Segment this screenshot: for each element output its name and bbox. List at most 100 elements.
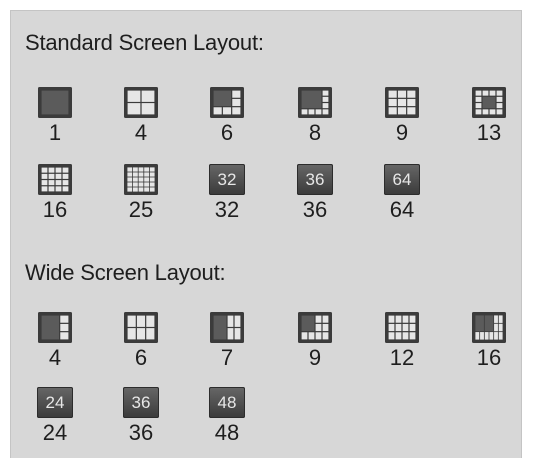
wide-layout-4-option[interactable]: 4: [25, 312, 85, 374]
layout-cell: [322, 323, 329, 332]
layout-cell: [127, 328, 136, 340]
layout-count-label: 36: [302, 197, 328, 222]
layout-cell: [146, 328, 155, 340]
layout-cell: [222, 107, 232, 115]
layout-cell: [144, 167, 149, 172]
layout-count-label: 4: [134, 120, 148, 145]
layout-count-label: 32: [214, 197, 240, 222]
layout-cell: [322, 315, 329, 323]
layout-cell: [232, 107, 241, 115]
layout-cell: [227, 328, 234, 340]
layout-cell: [213, 315, 227, 340]
layout-count-label: 12: [389, 345, 415, 370]
layout-cell: [498, 315, 503, 323]
layout-cell: [322, 90, 329, 96]
standard-layout-16-option[interactable]: 16: [25, 164, 85, 226]
layout-grid-graphic: [472, 312, 506, 343]
layout-cell: [127, 172, 133, 177]
layout-grid-graphic: [210, 87, 244, 118]
layout-cell: [484, 332, 489, 340]
layout-cell: [409, 323, 416, 332]
layout-cell: [149, 177, 155, 182]
layout-cell: [496, 103, 503, 109]
wide-layout-12-option[interactable]: 12: [372, 312, 432, 374]
layout-cell: [301, 315, 315, 332]
layout-cell: [498, 332, 503, 340]
layout-cell: [55, 173, 62, 179]
wide-layout-48-option[interactable]: 48 48: [197, 387, 257, 449]
layout-cell: [489, 90, 496, 96]
wide-layout-16-option[interactable]: 16: [459, 312, 519, 374]
layout-1-icon: [38, 87, 72, 118]
standard-layout-6-option[interactable]: 6: [197, 87, 257, 149]
layout-cell: [133, 182, 138, 187]
layout-cell: [41, 180, 48, 186]
standard-layout-8-option[interactable]: 8: [285, 87, 345, 149]
layout-25-icon: [124, 164, 158, 195]
standard-layout-1-option[interactable]: 1: [25, 87, 85, 149]
standard-layout-25-option[interactable]: 25: [111, 164, 171, 226]
layout-cell: [62, 173, 69, 179]
layout-count-label: 8: [308, 120, 322, 145]
wide-layout-48-icon: 48: [209, 387, 245, 418]
layout-cell: [494, 332, 498, 340]
standard-layout-36-option[interactable]: 36 36: [285, 164, 345, 226]
layout-cell: [234, 315, 241, 327]
layout-cell: [127, 167, 133, 172]
wide-layout-7-icon: [210, 312, 244, 343]
layout-cell: [138, 182, 144, 187]
layout-cell: [315, 109, 322, 115]
layout-cell: [475, 109, 482, 115]
wide-layout-36-option[interactable]: 36 36: [111, 387, 171, 449]
layout-cell: [315, 323, 322, 332]
wide-layout-24-option[interactable]: 24 24: [25, 387, 85, 449]
standard-layout-4-option[interactable]: 4: [111, 87, 171, 149]
layout-cell: [308, 332, 315, 340]
layout-cell: [60, 315, 69, 323]
layout-count-label: 9: [395, 120, 409, 145]
layout-cell: [395, 332, 402, 340]
layout-cell: [395, 323, 402, 332]
layout-cell: [475, 315, 484, 332]
layout-cell: [149, 167, 155, 172]
standard-layout-32-option[interactable]: 32 32: [197, 164, 257, 226]
standard-layout-13-option[interactable]: 13: [459, 87, 519, 149]
layout-cell: [397, 98, 407, 107]
layout-cell: [484, 315, 494, 332]
layout-count-label: 16: [476, 345, 502, 370]
layout-cell: [409, 332, 416, 340]
layout-cell: [141, 103, 155, 115]
layout-grid-graphic: [124, 87, 158, 118]
layout-cell: [407, 98, 416, 107]
wide-layout-7-option[interactable]: 7: [197, 312, 257, 374]
wide-layout-6-option[interactable]: 6: [111, 312, 171, 374]
layout-cell: [322, 96, 329, 102]
layout-cell: [397, 107, 407, 115]
standard-layout-9-option[interactable]: 9: [372, 87, 432, 149]
layout-badge-text: 24: [45, 393, 65, 412]
layout-cell: [133, 172, 138, 177]
layout-cell: [494, 315, 498, 323]
wide-layout-24-icon: 24: [37, 387, 73, 418]
layout-cell: [388, 315, 395, 323]
layout-cell: [149, 172, 155, 177]
layout-4-icon: [124, 87, 158, 118]
layout-cell: [480, 332, 484, 340]
wide-layout-9-icon: [298, 312, 332, 343]
standard-layout-64-option[interactable]: 64 64: [372, 164, 432, 226]
layout-grid-graphic: [124, 164, 158, 195]
layout-cell: [315, 315, 322, 323]
wide-layout-9-option[interactable]: 9: [285, 312, 345, 374]
layout-cell: [146, 315, 155, 327]
layout-cell: [322, 332, 329, 340]
layout-cell: [409, 315, 416, 323]
layout-cell: [41, 186, 48, 192]
layout-cell: [62, 186, 69, 192]
layout-count-label: 7: [220, 345, 234, 370]
layout-count-label: 24: [42, 420, 68, 445]
layout-cell: [127, 315, 136, 327]
layout-cell: [60, 323, 69, 332]
layout-cell: [60, 332, 69, 340]
layout-cell: [48, 167, 55, 173]
layout-16-icon: [38, 164, 72, 195]
